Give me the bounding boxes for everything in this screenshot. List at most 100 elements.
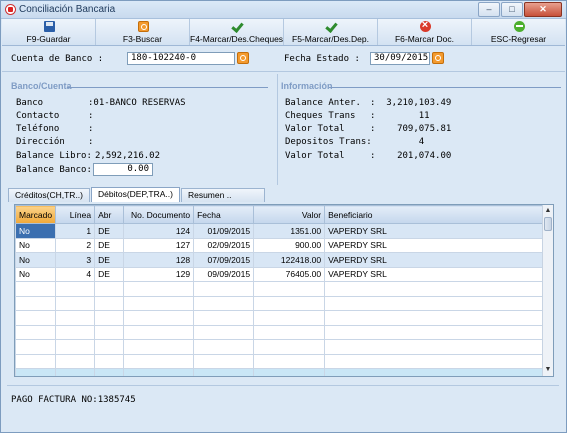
col-linea[interactable]: Línea xyxy=(55,205,96,224)
cell-beneficiario: VAPERDY SRL xyxy=(324,223,547,239)
back-button[interactable]: ESC-Regresar xyxy=(472,19,565,45)
bank-panel: Banco/Cuenta Banco :01-BANCO RESERVAS Co… xyxy=(2,74,277,184)
cell-documento: 124 xyxy=(123,223,195,239)
toolbar: F9-Guardar F3-Buscar F4-Marcar/Des.Chequ… xyxy=(2,19,565,46)
cell-beneficiario: VAPERDY SRL xyxy=(324,237,547,253)
col-abr[interactable]: Abr xyxy=(94,205,125,224)
cell-abr: DE xyxy=(94,237,125,253)
cell-fecha: 01/09/2015 xyxy=(193,223,255,239)
cell-valor: 76405.00 xyxy=(253,266,326,282)
cell-marcado[interactable]: No xyxy=(15,266,57,282)
window-controls: – □ ✕ xyxy=(478,2,562,17)
total2-value: : 201,074.00 xyxy=(370,151,452,161)
search-label: F3-Buscar xyxy=(122,34,163,44)
col-beneficiario[interactable]: Beneficiario xyxy=(324,205,547,224)
cell-fecha: 02/09/2015 xyxy=(193,237,255,253)
cell-fecha: 07/09/2015 xyxy=(193,252,255,268)
header-fields: Cuenta de Banco : 180-102240-0 Fecha Est… xyxy=(2,46,565,72)
info-panel-title: Información xyxy=(281,81,333,91)
table-row[interactable]: No 1 DE 124 01/09/2015 1351.00 VAPERDY S… xyxy=(15,223,547,239)
tab-strip: Créditos(CH,TR..) Débitos(DEP,TRA..) Res… xyxy=(8,187,266,202)
back-label: ESC-Regresar xyxy=(490,34,547,44)
minimize-button[interactable]: – xyxy=(478,2,500,17)
tab-creditos[interactable]: Créditos(CH,TR..) xyxy=(8,188,91,202)
phone-sep: : xyxy=(88,124,94,134)
account-field[interactable]: 180-102240-0 xyxy=(127,52,235,65)
prev-balance-value: : 3,210,103.49 xyxy=(370,98,452,108)
checkmark-icon xyxy=(232,21,243,32)
deposits-label: Depositos Trans: xyxy=(285,137,372,147)
col-marcado[interactable]: Marcado xyxy=(15,205,57,224)
col-fecha[interactable]: Fecha xyxy=(193,205,255,224)
window: Conciliación Bancaria – □ ✕ F9-Guardar F… xyxy=(0,0,567,433)
empty-row xyxy=(15,339,547,355)
address-sep: : xyxy=(88,137,94,147)
col-valor[interactable]: Valor xyxy=(253,205,326,224)
grid-scrollbar[interactable]: ▲ ▼ xyxy=(542,205,553,376)
cell-abr: DE xyxy=(94,223,125,239)
title-bar: Conciliación Bancaria – □ ✕ xyxy=(1,1,566,19)
save-label: F9-Guardar xyxy=(26,34,71,44)
bank-panel-title: Banco/Cuenta xyxy=(11,81,72,91)
date-field[interactable]: 30/09/2015 xyxy=(370,52,430,65)
cell-linea: 2 xyxy=(55,237,96,253)
save-button[interactable]: F9-Guardar xyxy=(2,19,96,45)
book-balance-label: Balance Libro: xyxy=(16,151,92,161)
contact-sep: : xyxy=(88,111,94,121)
info-panel: Información Balance Anter. : 3,210,103.4… xyxy=(279,74,565,184)
footer-note: PAGO FACTURA NO:1385745 xyxy=(11,395,136,405)
cell-marcado[interactable]: No xyxy=(15,237,57,253)
save-icon xyxy=(43,21,55,32)
back-icon xyxy=(513,21,525,32)
cell-linea: 3 xyxy=(55,252,96,268)
maximize-button[interactable]: □ xyxy=(501,2,523,17)
mark-deposits-button[interactable]: F5-Marcar/Des.Dep. xyxy=(284,19,378,45)
note-panel: PAGO FACTURA NO:1385745 xyxy=(7,385,559,425)
cell-fecha: 09/09/2015 xyxy=(193,266,255,282)
col-documento[interactable]: No. Documento xyxy=(123,205,195,224)
date-lookup-button[interactable] xyxy=(432,52,444,64)
scroll-down-icon[interactable]: ▼ xyxy=(543,365,553,375)
app-icon xyxy=(5,4,16,15)
mark-checks-button[interactable]: F4-Marcar/Des.Cheques xyxy=(190,19,284,45)
checkmark-icon xyxy=(326,21,337,32)
total2-label: Valor Total xyxy=(285,151,345,161)
scroll-thumb[interactable] xyxy=(544,217,552,231)
empty-row xyxy=(15,324,547,340)
scroll-up-icon[interactable]: ▲ xyxy=(543,206,553,216)
table-row[interactable]: No 3 DE 128 07/09/2015 122418.00 VAPERDY… xyxy=(15,252,547,268)
date-label: Fecha Estado : xyxy=(284,54,360,64)
cell-valor: 1351.00 xyxy=(253,223,326,239)
mark-docs-label: F6-Marcar Doc. xyxy=(394,34,455,44)
empty-row xyxy=(15,353,547,369)
search-button[interactable]: F3-Buscar xyxy=(96,19,190,45)
checks-label: Cheques Trans xyxy=(285,111,356,121)
account-label: Cuenta de Banco : xyxy=(11,54,104,64)
table-row[interactable]: No 4 DE 129 09/09/2015 76405.00 VAPERDY … xyxy=(15,266,547,282)
footer-cell: ... xyxy=(94,368,125,376)
bank-balance-field[interactable]: 0.00 xyxy=(93,163,153,176)
table-row[interactable]: No 2 DE 127 02/09/2015 900.00 VAPERDY SR… xyxy=(15,237,547,253)
bank-value: :01-BANCO RESERVAS xyxy=(88,98,186,108)
cell-abr: DE xyxy=(94,266,125,282)
cell-documento: 127 xyxy=(123,237,195,253)
footer-cell: ... xyxy=(193,368,255,376)
tab-resumen[interactable]: Resumen .. xyxy=(180,188,265,202)
cell-marcado[interactable]: No xyxy=(15,252,57,268)
empty-row xyxy=(15,281,547,297)
total1-label: Valor Total xyxy=(285,124,345,134)
cell-abr: DE xyxy=(94,252,125,268)
address-label: Dirección xyxy=(16,137,65,147)
tab-debitos[interactable]: Débitos(DEP,TRA..) xyxy=(91,187,180,202)
cell-documento: 129 xyxy=(123,266,195,282)
cell-marcado[interactable]: No xyxy=(15,223,57,239)
bank-label: Banco xyxy=(16,98,44,108)
close-button[interactable]: ✕ xyxy=(524,2,562,17)
mark-docs-button[interactable]: F6-Marcar Doc. xyxy=(378,19,472,45)
account-lookup-button[interactable] xyxy=(237,52,249,64)
deposits-value: 4 xyxy=(370,137,425,147)
cell-linea: 4 xyxy=(55,266,96,282)
cell-beneficiario: VAPERDY SRL xyxy=(324,266,547,282)
cell-documento: 128 xyxy=(123,252,195,268)
cancel-icon xyxy=(419,19,431,32)
